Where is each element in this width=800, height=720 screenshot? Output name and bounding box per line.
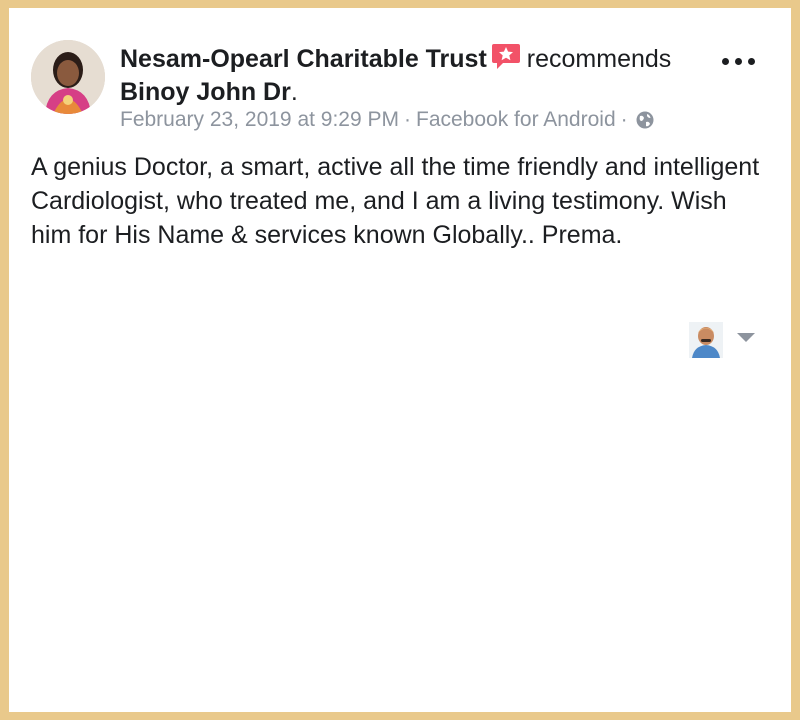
recommended-name[interactable]: Binoy John Dr [120,78,291,106]
globe-icon [635,110,655,138]
post-card: Nesam-Opearl Charitable Trust recommends… [9,8,791,712]
recommended-suffix: . [290,78,298,106]
meta-separator: · [404,108,411,131]
recommendation-star-icon [491,42,521,78]
post-header: Nesam-Opearl Charitable Trust recommends [120,42,671,78]
author-name[interactable]: Nesam-Opearl Charitable Trust [120,45,487,73]
recommends-text: recommends [526,45,672,73]
meta-separator-2: · [620,108,628,131]
recommended-page: Binoy John Dr. [120,76,298,108]
post-date[interactable]: February 23, 2019 at 9:29 PM [120,108,399,131]
chevron-down-icon[interactable] [737,333,755,342]
author-avatar[interactable] [31,40,105,114]
more-options-icon[interactable] [719,46,759,76]
reactor-avatar[interactable] [689,322,723,358]
post-meta: February 23, 2019 at 9:29 PM · Facebook fo… [120,106,655,138]
post-body: A genius Doctor, a smart, active all the… [31,153,760,249]
post-source: Facebook for Android [416,108,616,131]
